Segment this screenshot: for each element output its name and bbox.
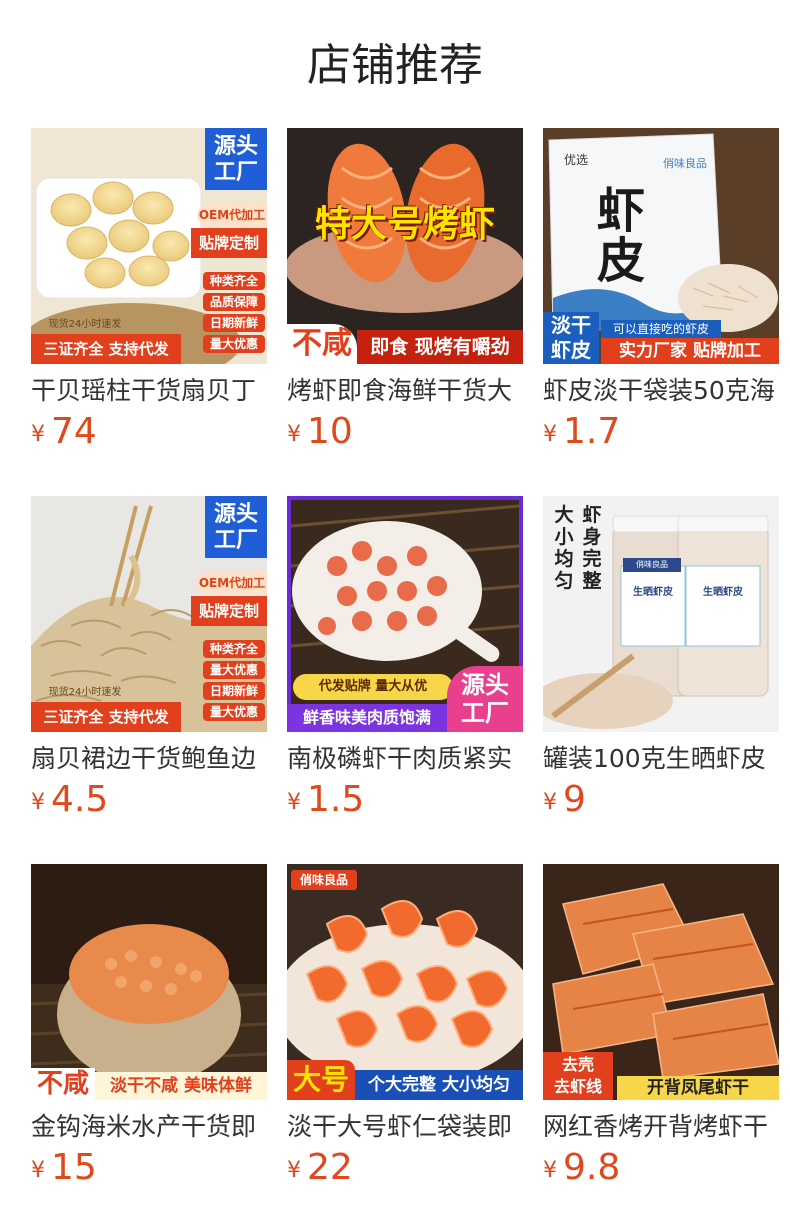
currency-symbol: ¥ — [31, 790, 45, 815]
product-image[interactable]: 大小均匀 虾身完整 俏味良品 生晒虾皮 生晒虾皮 — [543, 496, 779, 732]
product-title[interactable]: 淡干大号虾仁袋装即 — [287, 1110, 523, 1144]
product-image[interactable]: 不咸 淡干不咸 美味体鲜 — [31, 864, 267, 1100]
price-value: 15 — [51, 1147, 97, 1188]
product-image[interactable]: 特大号烤虾 不咸 即食 现烤有嚼劲 — [287, 128, 523, 364]
product-title[interactable]: 罐装100克生晒虾皮 — [543, 742, 779, 776]
product-image[interactable]: 代发贴牌 量大从优 源头 工厂 鲜香味美肉质饱满 — [287, 496, 523, 732]
pack-title: 虾皮 — [596, 183, 645, 289]
jar-label: 生晒虾皮 — [633, 587, 673, 598]
currency-symbol: ¥ — [287, 422, 301, 447]
bottom-banner: 实力厂家 贴牌加工 — [601, 338, 779, 364]
product-price: ¥10 — [287, 412, 353, 452]
source-factory-badge: 源头 工厂 — [205, 128, 267, 190]
product-price: ¥4.5 — [31, 780, 108, 820]
bottom-banner: 即食 现烤有嚼劲 — [357, 330, 523, 364]
bottom-banner: 开背凤尾虾干 — [617, 1076, 779, 1100]
brand-badge: 俏味良品 — [291, 870, 357, 890]
note-text: 可以直接吃的虾皮 — [601, 320, 721, 338]
price-value: 74 — [51, 411, 97, 452]
currency-symbol: ¥ — [31, 422, 45, 447]
currency-symbol: ¥ — [543, 1158, 557, 1183]
price-value: 22 — [307, 1147, 353, 1188]
product-price: ¥22 — [287, 1148, 353, 1188]
product-price: ¥1.7 — [543, 412, 620, 452]
tag-badge: 种类齐全 — [203, 272, 265, 290]
product-price: ¥15 — [31, 1148, 97, 1188]
dried-badge: 淡干 虾皮 — [543, 312, 599, 364]
tag-badge: 日期新鲜 — [203, 682, 265, 700]
price-value: 9.8 — [563, 1147, 621, 1188]
tag-badge: 种类齐全 — [203, 640, 265, 658]
bottom-banner: 淡干不咸 美味体鲜 — [95, 1072, 267, 1100]
product-title[interactable]: 虾皮淡干袋装50克海 — [543, 374, 779, 408]
product-image[interactable]: 俏味良品 大号 个大完整 大小均匀 — [287, 864, 523, 1100]
product-title[interactable]: 南极磷虾干肉质紧实 — [287, 742, 523, 776]
product-price: ¥1.5 — [287, 780, 364, 820]
currency-symbol: ¥ — [31, 1158, 45, 1183]
product-image[interactable]: 去壳 去虾线 开背凤尾虾干 — [543, 864, 779, 1100]
bottom-banner: 个大完整 大小均匀 — [355, 1070, 523, 1100]
large-size-badge: 大号 — [287, 1060, 355, 1100]
source-factory-badge: 源头 工厂 — [447, 666, 523, 732]
product-image[interactable]: 源头 工厂 OEM代加工 贴牌定制 种类齐全 量大优惠 日期新鲜 量大优惠 现货… — [31, 496, 267, 732]
product-title[interactable]: 金钩海米水产干货即 — [31, 1110, 267, 1144]
bottom-banner: 鲜香味美肉质饱满 — [287, 704, 447, 732]
source-factory-badge: 源头 工厂 — [205, 496, 267, 558]
tag-badge: 量大优惠 — [203, 703, 265, 721]
price-value: 1.5 — [307, 779, 365, 820]
product-title[interactable]: 干贝瑶柱干货扇贝丁 — [31, 374, 267, 408]
not-salty-badge: 不咸 — [287, 324, 357, 364]
feature-text: 大小均匀 — [554, 504, 574, 592]
oem-badge: OEM代加工 — [197, 572, 267, 594]
product-price: ¥9.8 — [543, 1148, 620, 1188]
oem-badge: OEM代加工 — [197, 204, 267, 226]
product-price: ¥74 — [31, 412, 97, 452]
shell-removed-badge: 去壳 去虾线 — [543, 1052, 613, 1100]
price-value: 1.7 — [563, 411, 621, 452]
product-price: ¥9 — [543, 780, 586, 820]
bottom-banner: 三证齐全 支持代发 — [31, 702, 181, 732]
product-title[interactable]: 扇贝裙边干货鲍鱼边 — [31, 742, 267, 776]
tag-badge: 日期新鲜 — [203, 314, 265, 332]
price-value: 10 — [307, 411, 353, 452]
tag-badge: 量大优惠 — [203, 661, 265, 679]
shipping-note: 现货24小时速发 — [48, 687, 122, 698]
pack-top-label: 优选 — [563, 153, 588, 167]
pack-brand: 俏味良品 — [663, 157, 707, 170]
currency-symbol: ¥ — [543, 790, 557, 815]
not-salty-badge: 不咸 — [31, 1068, 95, 1100]
jar-brand: 俏味良品 — [623, 558, 681, 572]
currency-symbol: ¥ — [543, 422, 557, 447]
product-image[interactable]: 优选 虾皮 俏味良品 淡干 虾皮 可以直接吃的虾皮 实力厂家 贴牌加工 — [543, 128, 779, 364]
price-value: 9 — [563, 779, 586, 820]
custom-badge: 贴牌定制 — [191, 596, 267, 626]
product-title[interactable]: 网红香烤开背烤虾干 — [543, 1110, 779, 1144]
shipping-note: 现货24小时速发 — [48, 319, 122, 330]
bottom-banner: 三证齐全 支持代发 — [31, 334, 181, 364]
tag-badge: 品质保障 — [203, 293, 265, 311]
tag-badge: 量大优惠 — [203, 335, 265, 353]
feature-text: 虾身完整 — [582, 504, 602, 592]
custom-badge: 贴牌定制 — [191, 228, 267, 258]
jar-label: 生晒虾皮 — [703, 587, 743, 598]
section-title: 店铺推荐 — [307, 40, 483, 91]
product-title[interactable]: 烤虾即食海鲜干货大 — [287, 374, 523, 408]
product-image[interactable]: 源头 工厂 OEM代加工 贴牌定制 种类齐全 品质保障 日期新鲜 量大优惠 现货… — [31, 128, 267, 364]
headline-text: 特大号烤虾 — [314, 204, 495, 245]
currency-symbol: ¥ — [287, 790, 301, 815]
currency-symbol: ¥ — [287, 1158, 301, 1183]
promo-banner: 代发贴牌 量大从优 — [293, 674, 453, 700]
price-value: 4.5 — [51, 779, 109, 820]
